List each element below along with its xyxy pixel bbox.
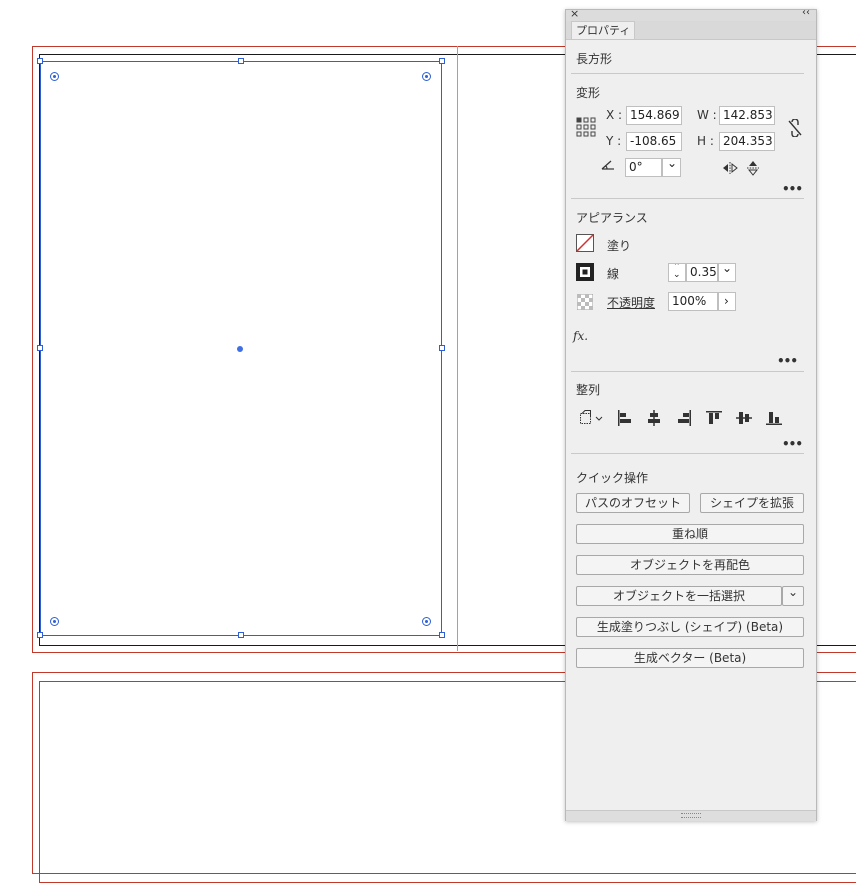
stroke-swatch-icon[interactable] [576, 263, 594, 281]
collapse-icon[interactable]: ‹‹ [802, 7, 810, 18]
fill-none-swatch-icon[interactable] [576, 234, 594, 252]
flip-vertical-icon[interactable] [747, 160, 759, 176]
quick-actions-title: クイック操作 [576, 471, 649, 485]
chevron-down-icon: ⌄ [722, 263, 733, 275]
transform-title: 変形 [576, 86, 601, 100]
chevron-down-icon: ⌄ [787, 585, 799, 599]
reference-point-icon[interactable] [576, 117, 596, 137]
rotate-angle-input[interactable]: 0° [625, 158, 662, 177]
stroke-weight-dropdown[interactable]: ⌄ [718, 263, 736, 282]
align-bottom-icon[interactable] [766, 410, 782, 426]
opacity-checker-icon [577, 294, 593, 310]
handle-middle-left[interactable] [37, 345, 43, 351]
fill-label: 塗り [607, 239, 632, 253]
fx-button[interactable]: fx. [573, 329, 588, 343]
rotate-angle-dropdown[interactable]: ⌄ [662, 158, 681, 177]
stroke-weight-stepper[interactable]: ⌃ ⌄ [668, 263, 686, 282]
handle-top-left[interactable] [37, 58, 43, 64]
select-same-dropdown[interactable]: ⌄ [782, 585, 804, 606]
y-label: Y : [606, 134, 622, 148]
h-label: H : [697, 134, 714, 148]
handle-top-right[interactable] [439, 58, 445, 64]
opacity-label[interactable]: 不透明度 [607, 294, 655, 311]
offset-path-button[interactable]: パスのオフセット [576, 493, 690, 513]
object-type-label: 長方形 [576, 52, 613, 66]
resize-grip-icon[interactable] [681, 813, 701, 818]
corner-radius-widget-bottom-right[interactable] [422, 617, 431, 626]
corner-radius-widget-top-right[interactable] [422, 72, 431, 81]
handle-bottom-center[interactable] [238, 632, 244, 638]
opacity-input[interactable]: 100% [668, 292, 718, 311]
divider [571, 73, 804, 74]
align-to-selection-icon[interactable] [577, 409, 605, 427]
stroke-weight-input[interactable]: 0.35 [686, 263, 718, 282]
recolor-artwork-button[interactable]: オブジェクトを再配色 [576, 555, 804, 575]
select-same-button[interactable]: オブジェクトを一括選択 [576, 586, 782, 606]
align-top-icon[interactable] [706, 410, 722, 426]
opacity-expand-button[interactable]: › [718, 292, 736, 311]
chevron-right-icon: › [724, 294, 729, 308]
chevron-down-icon: ⌄ [667, 158, 678, 170]
corner-radius-widget-top-left[interactable] [50, 72, 59, 81]
transform-more-options-icon[interactable]: ••• [782, 182, 803, 196]
handle-middle-right[interactable] [439, 345, 445, 351]
handle-bottom-right[interactable] [439, 632, 445, 638]
expand-shape-button[interactable]: シェイプを拡張 [700, 493, 804, 513]
appearance-title: アピアランス [576, 211, 648, 225]
generative-shape-fill-button[interactable]: 生成塗りつぶし (シェイプ) (Beta) [576, 617, 804, 637]
text-to-vector-button[interactable]: 生成ベクター (Beta) [576, 648, 804, 668]
panel-title-bar[interactable] [566, 10, 816, 21]
divider [571, 198, 804, 199]
flip-horizontal-icon[interactable] [722, 162, 738, 174]
handle-bottom-left[interactable] [37, 632, 43, 638]
properties-panel: × ‹‹ プロパティ 長方形 変形 X : 154.869 W : 142.85… [565, 7, 817, 821]
close-icon[interactable]: × [570, 7, 579, 20]
x-input[interactable]: 154.869 [626, 106, 682, 125]
tab-properties[interactable]: プロパティ [571, 21, 635, 39]
align-horizontal-center-icon[interactable] [646, 410, 662, 426]
vertical-guide [457, 46, 458, 651]
align-more-options-icon[interactable]: ••• [782, 437, 803, 451]
h-input[interactable]: 204.353 [719, 132, 775, 151]
align-title: 整列 [576, 383, 601, 397]
handle-top-center[interactable] [238, 58, 244, 64]
corner-radius-widget-bottom-left[interactable] [50, 617, 59, 626]
w-input[interactable]: 142.853 [719, 106, 775, 125]
align-vertical-center-icon[interactable] [736, 410, 752, 426]
appearance-more-options-icon[interactable]: ••• [777, 354, 798, 368]
arrange-button[interactable]: 重ね順 [576, 524, 804, 544]
stepper-icon: ⌃ ⌄ [673, 263, 681, 280]
constrain-proportions-icon[interactable] [787, 119, 803, 137]
w-label: W : [697, 108, 717, 122]
angle-icon [601, 160, 614, 170]
stroke-label: 線 [607, 267, 620, 281]
y-input[interactable]: -108.65 [626, 132, 682, 151]
divider [571, 453, 804, 454]
align-right-icon[interactable] [676, 410, 692, 426]
divider [571, 371, 804, 372]
align-left-icon[interactable] [617, 410, 633, 426]
x-label: X : [606, 108, 623, 122]
center-point [237, 346, 243, 352]
